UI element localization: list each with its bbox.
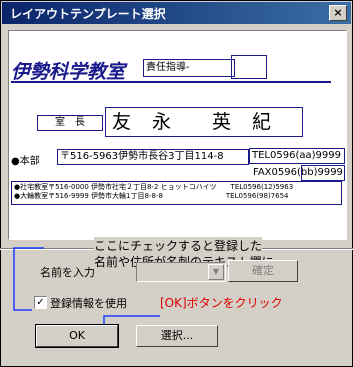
close-button[interactable]: × [329,5,347,21]
branch-line-1: ●社宅教室〒516-0000 伊勢市社宅２丁目8-2 ヒョットコハイツ TEL0… [14,183,294,191]
select-button[interactable]: 選択... [136,325,218,347]
use-registered-info-checkbox[interactable]: ✓ [34,296,47,309]
check-icon: ✓ [36,297,45,308]
card-preview: 伊勢科学教室 責任指導- 室 長 友 永 英 紀 ●本部 〒516-5963伊勢… [8,30,347,240]
honbu-address-box: 〒516-5963伊勢市長谷3丁目114-8 [57,149,249,165]
person-name-box: 友 永 英 紀 [105,107,303,137]
name-input-label: 名前を入力 [40,266,95,279]
fax-box [301,165,345,181]
ok-button-label: OK [69,329,85,342]
confirm-button-label: 確定 [252,264,274,277]
honbu-address: 〒516-5963伊勢市長谷3丁目114-8 [60,151,224,162]
school-name-logo: 伊勢科学教室 [11,61,126,83]
role-title-box: 責任指導- [143,59,235,77]
branch-box: ●社宅教室〒516-0000 伊勢市社宅２丁目8-2 ヒョットコハイツ TEL0… [11,181,342,205]
annotation-line-1: ここにチェックすると登録した [94,237,263,254]
checkbox-label[interactable]: 登録情報を使用 [50,295,127,311]
tel-box: TEL0596(aa)9999 [249,148,345,164]
tel-number: TEL0596(aa)9999 [252,150,341,161]
logo-underline [11,81,331,83]
select-button-label: 選択... [160,329,194,342]
ok-button[interactable]: OK [35,324,119,348]
position-label: 室 長 [55,117,85,128]
window-title: レイアウトテンプレート選択 [10,7,166,21]
close-icon: × [333,6,343,19]
confirm-button[interactable]: 確定 [228,260,298,282]
title-bar[interactable]: レイアウトテンプレート選択 × [2,2,351,24]
honbu-label: ●本部 [11,156,40,167]
role-title: 責任指導- [146,62,190,73]
role-title-box-extension [231,55,267,79]
name-combo[interactable]: ▼ [136,262,226,282]
ok-annotation: [OK]ボタンをクリック [160,294,283,311]
position-box: 室 長 [37,115,103,131]
dropdown-arrow-icon[interactable]: ▼ [208,264,224,280]
person-name: 友 永 英 紀 [112,111,273,133]
branch-line-2: ●大輪教室〒516-9999 伊勢市大輪1丁目8-8-8 TEL0596(98)… [14,192,289,200]
